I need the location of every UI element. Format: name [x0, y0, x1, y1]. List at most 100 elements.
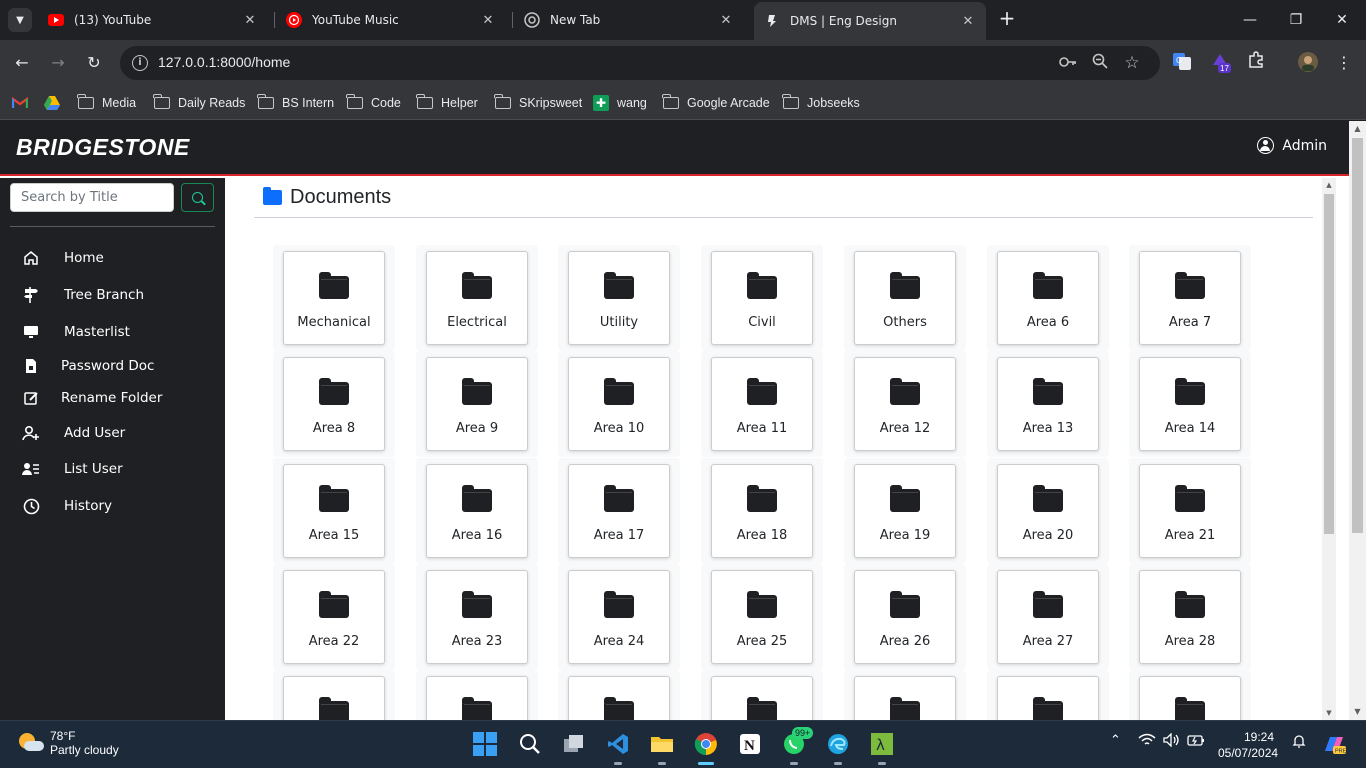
- profile-avatar[interactable]: [1296, 51, 1320, 75]
- bookmark-folder-daily-reads[interactable]: Daily Reads: [153, 92, 245, 114]
- bookmark-folder-helper[interactable]: Helper: [416, 92, 478, 114]
- bookmark-folder-code[interactable]: Code: [346, 92, 401, 114]
- edge-icon[interactable]: [823, 729, 853, 765]
- folder-card[interactable]: Area 21: [1139, 464, 1241, 558]
- close-window-button[interactable]: ✕: [1330, 8, 1354, 32]
- search-button[interactable]: [181, 183, 214, 212]
- admin-user-menu[interactable]: Admin: [1257, 137, 1327, 154]
- folder-card[interactable]: Area 16: [426, 464, 528, 558]
- tab-youtube[interactable]: (13) YouTube ✕: [38, 6, 268, 34]
- bookmark-folder-media[interactable]: Media: [77, 92, 136, 114]
- folder-card[interactable]: Area 26: [854, 570, 956, 664]
- chrome-menu-icon[interactable]: ⋮: [1332, 51, 1356, 75]
- folder-card[interactable]: Area 11: [711, 357, 813, 451]
- folder-card[interactable]: Area 23: [426, 570, 528, 664]
- folder-card[interactable]: [1139, 676, 1241, 720]
- content-scrollbar[interactable]: ▲ ▼: [1322, 178, 1336, 720]
- folder-card[interactable]: [854, 676, 956, 720]
- tab-search-button[interactable]: ▼: [8, 8, 32, 32]
- sidebar-item-tree-branch[interactable]: Tree Branch: [22, 284, 144, 306]
- restore-button[interactable]: ❐: [1284, 8, 1308, 32]
- google-translate-icon[interactable]: G: [1170, 51, 1194, 75]
- google-drive-bookmark-icon[interactable]: [44, 92, 60, 114]
- tab-youtube-music[interactable]: YouTube Music ✕: [276, 6, 506, 34]
- notion-icon[interactable]: N: [735, 729, 765, 759]
- notification-bell-icon[interactable]: [1291, 733, 1307, 753]
- new-tab-button[interactable]: +: [996, 8, 1018, 30]
- sidebar-item-home[interactable]: Home: [22, 247, 104, 269]
- chrome-taskbar-icon[interactable]: [691, 729, 721, 765]
- bookmark-star-icon[interactable]: ☆: [1122, 53, 1142, 73]
- folder-card[interactable]: Area 10: [568, 357, 670, 451]
- bridgestone-logo[interactable]: BRIDGESTONE: [16, 134, 190, 161]
- folder-card[interactable]: Area 24: [568, 570, 670, 664]
- folder-card[interactable]: Civil: [711, 251, 813, 345]
- scroll-down-icon[interactable]: ▼: [1322, 706, 1336, 720]
- folder-card[interactable]: Area 20: [997, 464, 1099, 558]
- folder-card[interactable]: Area 6: [997, 251, 1099, 345]
- whatsapp-icon[interactable]: 99+: [779, 727, 814, 765]
- folder-card[interactable]: Others: [854, 251, 956, 345]
- folder-card[interactable]: Area 15: [283, 464, 385, 558]
- back-icon[interactable]: ←: [10, 51, 34, 75]
- close-tab-icon[interactable]: ✕: [718, 13, 734, 28]
- folder-card[interactable]: [711, 676, 813, 720]
- close-tab-icon[interactable]: ✕: [960, 14, 976, 29]
- system-clock[interactable]: 19:24 05/07/2024: [1218, 729, 1278, 761]
- password-key-icon[interactable]: [1058, 53, 1078, 73]
- bookmark-folder-skripsweet[interactable]: SKripsweet: [494, 92, 582, 114]
- search-input[interactable]: [11, 184, 173, 211]
- file-explorer-icon[interactable]: [647, 729, 677, 765]
- folder-card[interactable]: Area 22: [283, 570, 385, 664]
- weather-widget[interactable]: 78°F Partly cloudy: [16, 729, 119, 757]
- volume-icon[interactable]: [1163, 732, 1181, 751]
- folder-card[interactable]: Area 18: [711, 464, 813, 558]
- bookmark-wang[interactable]: ✚ wang: [593, 92, 647, 114]
- close-tab-icon[interactable]: ✕: [480, 13, 496, 28]
- scroll-up-icon[interactable]: ▲: [1322, 178, 1336, 192]
- folder-card[interactable]: Utility: [568, 251, 670, 345]
- task-view-icon[interactable]: [559, 729, 589, 759]
- folder-card[interactable]: Area 7: [1139, 251, 1241, 345]
- sidebar-item-add-user[interactable]: Add User: [22, 422, 125, 444]
- tab-dms-eng-design[interactable]: DMS | Eng Design ✕: [754, 2, 986, 40]
- show-hidden-icons-icon[interactable]: ⌃: [1110, 733, 1121, 748]
- folder-card[interactable]: [426, 676, 528, 720]
- start-button[interactable]: [470, 729, 500, 759]
- lambda-app-icon[interactable]: λ: [867, 729, 897, 765]
- bookmark-folder-google-arcade[interactable]: Google Arcade: [662, 92, 770, 114]
- sidebar-item-masterlist[interactable]: Masterlist: [22, 321, 130, 343]
- folder-card[interactable]: [283, 676, 385, 720]
- search-taskbar-icon[interactable]: [515, 729, 545, 759]
- folder-card[interactable]: Electrical: [426, 251, 528, 345]
- scroll-up-icon[interactable]: ▲: [1349, 121, 1366, 137]
- folder-card[interactable]: Area 8: [283, 357, 385, 451]
- scroll-down-icon[interactable]: ▼: [1349, 704, 1366, 720]
- folder-card[interactable]: [997, 676, 1099, 720]
- sidebar-item-list-user[interactable]: List User: [22, 458, 123, 480]
- address-bar[interactable]: i 127.0.0.1:8000/home ☆: [120, 46, 1160, 80]
- page-scrollbar[interactable]: ▲ ▼: [1349, 121, 1366, 720]
- extension-icon[interactable]: 17: [1208, 51, 1232, 75]
- zoom-icon[interactable]: [1090, 53, 1110, 73]
- close-tab-icon[interactable]: ✕: [242, 13, 258, 28]
- wifi-icon[interactable]: [1138, 733, 1156, 751]
- site-info-icon[interactable]: i: [132, 55, 148, 71]
- scroll-thumb[interactable]: [1324, 194, 1334, 534]
- folder-card[interactable]: Area 19: [854, 464, 956, 558]
- url-text[interactable]: 127.0.0.1:8000/home: [158, 54, 290, 70]
- extensions-puzzle-icon[interactable]: [1244, 51, 1268, 75]
- folder-card[interactable]: Area 28: [1139, 570, 1241, 664]
- bookmark-folder-bs-intern[interactable]: BS Intern: [257, 92, 334, 114]
- folder-card[interactable]: Mechanical: [283, 251, 385, 345]
- scroll-thumb[interactable]: [1352, 138, 1363, 533]
- tab-new-tab[interactable]: New Tab ✕: [514, 6, 744, 34]
- folder-card[interactable]: Area 17: [568, 464, 670, 558]
- folder-card[interactable]: Area 14: [1139, 357, 1241, 451]
- minimize-button[interactable]: —: [1238, 8, 1262, 32]
- forward-icon[interactable]: →: [46, 51, 70, 75]
- copilot-icon[interactable]: PRE: [1322, 733, 1347, 759]
- folder-card[interactable]: Area 9: [426, 357, 528, 451]
- folder-card[interactable]: Area 27: [997, 570, 1099, 664]
- sidebar-item-history[interactable]: History: [22, 495, 112, 517]
